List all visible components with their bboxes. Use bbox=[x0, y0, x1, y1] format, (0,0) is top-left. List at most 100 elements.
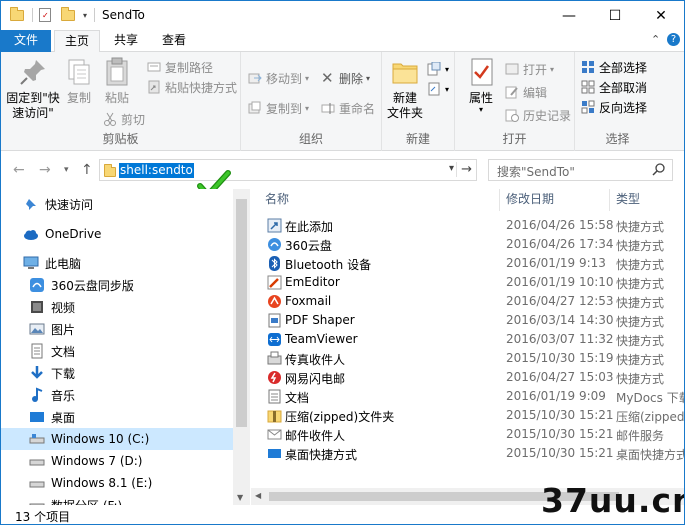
rename-button[interactable]: 重命名 bbox=[321, 99, 375, 117]
search-icon[interactable] bbox=[652, 162, 666, 176]
clipboard-group: 固定到"快 速访问" 复制 粘贴 复制路径 粘贴快捷方式 剪切 剪贴板 bbox=[1, 52, 241, 151]
new-folder-qat-icon[interactable] bbox=[61, 6, 75, 21]
tab-view[interactable]: 查看 bbox=[153, 30, 195, 52]
file-date: 2016/04/26 17:34 bbox=[506, 237, 614, 251]
nav-item-drive-e[interactable]: Windows 8.1 (E:) bbox=[1, 472, 233, 494]
invert-selection-button[interactable]: 反向选择 bbox=[581, 98, 647, 116]
file-date: 2016/01/19 10:10 bbox=[506, 275, 614, 289]
open-group-label: 打开 bbox=[502, 132, 527, 146]
file-row[interactable]: 文档 2016/01/19 9:09 MyDocs 下载 bbox=[251, 387, 684, 406]
file-list: ⌃ 名称 修改日期 类型 在此添加 2016/04/26 15:58 快捷方式 … bbox=[251, 189, 684, 505]
nav-item-drive-f[interactable]: 数据分区 (F:) bbox=[1, 494, 233, 505]
file-row[interactable]: Bluetooth 设备 2016/01/19 9:13 快捷方式 bbox=[251, 254, 684, 273]
file-name: 网易闪电邮 bbox=[285, 372, 346, 386]
search-box[interactable]: 搜索"SendTo" bbox=[488, 159, 673, 181]
watermark-text: 37uu.cn bbox=[541, 481, 685, 520]
copy-path-button[interactable]: 复制路径 bbox=[147, 58, 213, 76]
tab-share[interactable]: 共享 bbox=[105, 30, 147, 52]
file-row[interactable]: 网易闪电邮 2016/04/27 15:03 快捷方式 bbox=[251, 368, 684, 387]
back-arrow-icon[interactable]: ← bbox=[13, 162, 25, 178]
help-icon[interactable]: ? bbox=[667, 33, 680, 46]
nav-pane-scrollbar[interactable]: ▼ bbox=[233, 189, 250, 505]
address-input[interactable]: shell:sendto bbox=[119, 163, 194, 178]
paste-shortcut-button[interactable]: 粘贴快捷方式 bbox=[147, 78, 237, 96]
delete-button[interactable]: ✕ 删除 ▾ bbox=[321, 69, 370, 87]
select-none-button[interactable]: 全部取消 bbox=[581, 78, 647, 96]
column-header-date[interactable]: 修改日期 bbox=[506, 189, 554, 210]
column-header-type[interactable]: 类型 bbox=[616, 189, 640, 210]
close-button[interactable]: ✕ bbox=[638, 1, 684, 30]
select-all-button[interactable]: 全部选择 bbox=[581, 58, 647, 76]
easy-access-button[interactable]: ▾ bbox=[427, 80, 449, 98]
file-row[interactable]: 邮件收件人 2015/10/30 15:21 邮件服务 bbox=[251, 425, 684, 444]
file-row[interactable]: Foxmail 2016/04/27 12:53 快捷方式 bbox=[251, 292, 684, 311]
file-date: 2016/03/14 14:30 bbox=[506, 313, 614, 327]
up-arrow-icon[interactable]: ↑ bbox=[81, 162, 93, 178]
recent-locations-icon[interactable]: ▾ bbox=[64, 165, 69, 175]
nav-item-this-pc[interactable]: 此电脑 bbox=[1, 252, 233, 274]
properties-qat-icon[interactable]: ✓ bbox=[39, 8, 51, 22]
paste-icon bbox=[101, 56, 133, 88]
tab-home[interactable]: 主页 bbox=[54, 30, 100, 53]
copy-button[interactable]: 复制 bbox=[61, 56, 97, 106]
new-folder-button[interactable]: 新建 文件夹 bbox=[384, 56, 426, 121]
address-dropdown-icon[interactable]: ▾ bbox=[449, 163, 454, 174]
file-name: 360云盘 bbox=[285, 239, 332, 253]
nav-item-desktop[interactable]: 桌面 bbox=[1, 406, 233, 428]
edit-button[interactable]: 编辑 bbox=[505, 83, 547, 101]
properties-button[interactable]: 属性 ▾ bbox=[461, 56, 501, 114]
select-none-label: 全部取消 bbox=[599, 80, 648, 95]
move-to-button[interactable]: 移动到 ▾ bbox=[248, 69, 309, 87]
file-row[interactable]: 360云盘 2016/04/26 17:34 快捷方式 bbox=[251, 235, 684, 254]
open-group: 属性 ▾ 打开 ▾ 编辑 历史记录 打开 bbox=[455, 52, 575, 151]
copy-to-icon bbox=[248, 101, 262, 115]
nav-item-music[interactable]: 音乐 bbox=[1, 384, 233, 406]
refresh-icon[interactable]: → bbox=[456, 162, 472, 177]
file-row[interactable]: 压缩(zipped)文件夹 2015/10/30 15:21 压缩(zipped… bbox=[251, 406, 684, 425]
search-input[interactable]: 搜索"SendTo" bbox=[497, 163, 575, 180]
file-row[interactable]: EmEditor 2016/01/19 10:10 快捷方式 bbox=[251, 273, 684, 292]
open-button[interactable]: 打开 ▾ bbox=[505, 60, 554, 78]
nav-item-drive-c[interactable]: Windows 10 (C:) bbox=[1, 428, 233, 450]
tab-file[interactable]: 文件 bbox=[1, 30, 51, 52]
move-to-label: 移动到 bbox=[266, 71, 303, 86]
nav-item-downloads[interactable]: 下载 bbox=[1, 362, 233, 384]
scrollbar-thumb[interactable] bbox=[236, 199, 247, 427]
nav-item-quick-access[interactable]: 快速访问 bbox=[1, 193, 233, 215]
forward-arrow-icon[interactable]: → bbox=[39, 162, 51, 178]
column-header-name[interactable]: 名称 bbox=[265, 189, 289, 210]
cloud-icon bbox=[23, 226, 39, 242]
nav-item-onedrive[interactable]: OneDrive bbox=[1, 223, 233, 245]
cut-button[interactable]: 剪切 bbox=[103, 110, 145, 128]
file-row[interactable]: TeamViewer 2016/03/07 11:32 快捷方式 bbox=[251, 330, 684, 349]
minimize-button[interactable]: — bbox=[546, 1, 592, 30]
column-divider[interactable] bbox=[609, 189, 610, 211]
nav-item-drive-d[interactable]: Windows 7 (D:) bbox=[1, 450, 233, 472]
file-type: MyDocs 下载 bbox=[616, 391, 684, 405]
new-item-button[interactable]: ▾ bbox=[427, 60, 449, 78]
file-row[interactable]: PDF Shaper 2016/03/14 14:30 快捷方式 bbox=[251, 311, 684, 330]
qat-customize-icon[interactable]: ▾ bbox=[83, 11, 87, 20]
window-title: SendTo bbox=[102, 8, 145, 22]
scroll-down-icon[interactable]: ▼ bbox=[237, 493, 243, 502]
file-row[interactable]: 桌面快捷方式 2015/10/30 15:21 桌面快捷方式 bbox=[251, 444, 684, 463]
address-bar[interactable]: shell:sendto ▾ → bbox=[99, 159, 477, 181]
maximize-button[interactable]: ☐ bbox=[592, 1, 638, 30]
nav-item-documents[interactable]: 文档 bbox=[1, 340, 233, 362]
nav-item-pictures[interactable]: 图片 bbox=[1, 318, 233, 340]
history-button[interactable]: 历史记录 bbox=[505, 106, 571, 124]
file-name: Foxmail bbox=[285, 294, 332, 308]
file-row[interactable]: 在此添加 2016/04/26 15:58 快捷方式 bbox=[251, 216, 684, 235]
nav-item-videos[interactable]: 视频 bbox=[1, 296, 233, 318]
file-row[interactable]: 传真收件人 2015/10/30 15:19 快捷方式 bbox=[251, 349, 684, 368]
nav-item-360-cloud[interactable]: 360云盘同步版 bbox=[1, 274, 233, 296]
collapse-ribbon-icon[interactable]: ⌃ bbox=[651, 33, 660, 46]
scroll-left-icon[interactable]: ◀ bbox=[255, 491, 261, 500]
column-divider[interactable] bbox=[499, 189, 500, 211]
pin-quick-access-button[interactable]: 固定到"快 速访问" bbox=[5, 56, 61, 121]
paste-button[interactable]: 粘贴 bbox=[99, 56, 135, 106]
file-date: 2015/10/30 15:21 bbox=[506, 427, 614, 441]
file-type: 快捷方式 bbox=[616, 372, 665, 386]
copy-to-button[interactable]: 复制到 ▾ bbox=[248, 99, 309, 117]
picture-icon bbox=[29, 321, 45, 337]
